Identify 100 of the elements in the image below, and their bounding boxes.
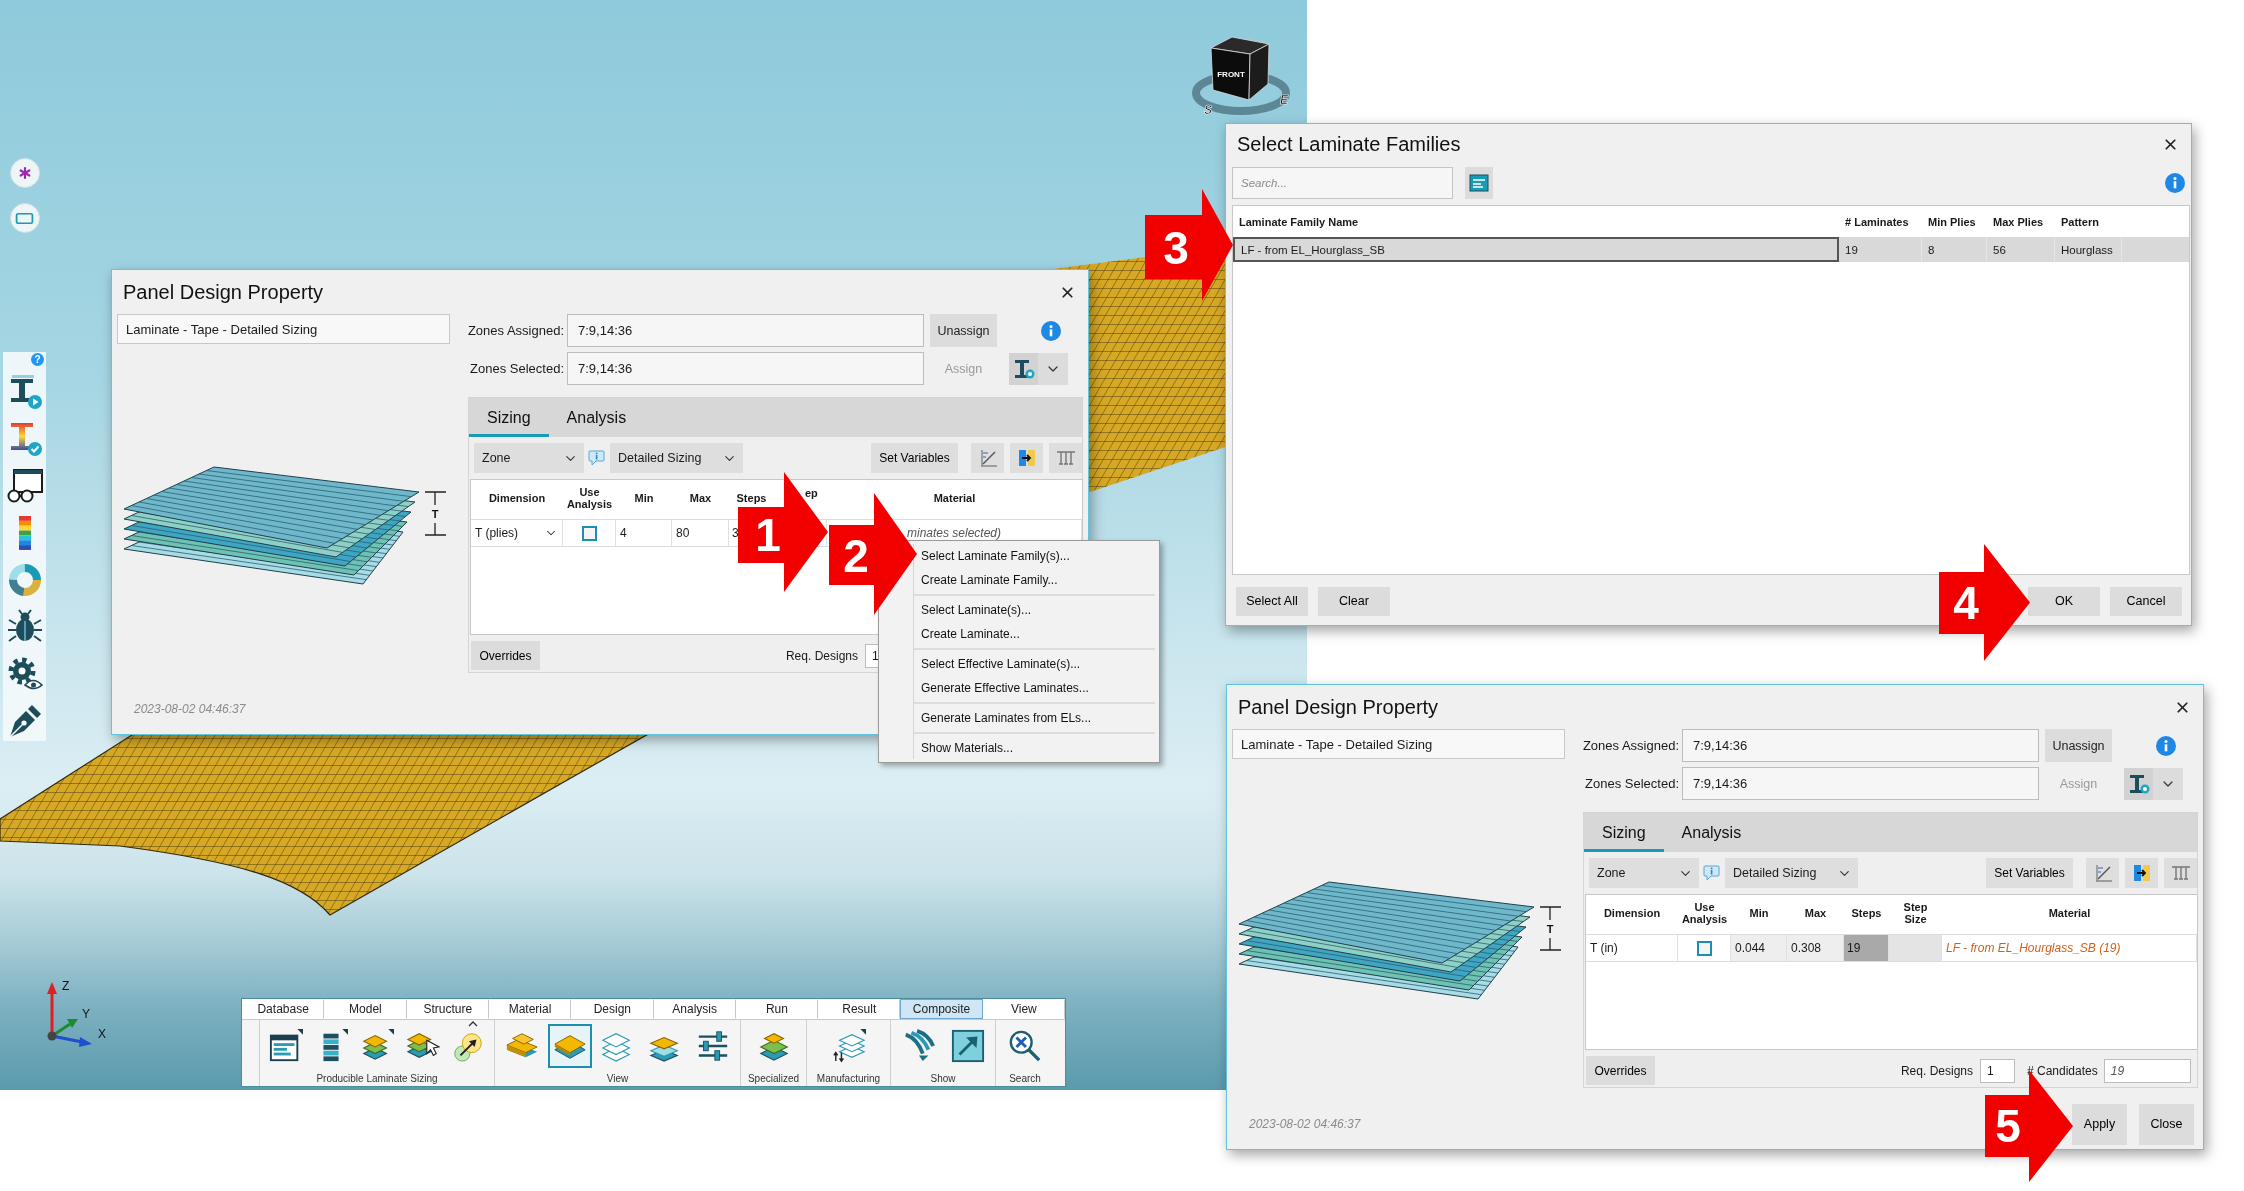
zones-field[interactable]: 7:9,14:36 (567, 314, 924, 347)
menu-item[interactable]: Generate Effective Laminates... (879, 676, 1155, 700)
table-cell: T (in) (1586, 935, 1678, 962)
zones-field[interactable]: 7:9,14:36 (1682, 767, 2039, 800)
table-row[interactable]: LF - from EL_Hourglass_SB 19 8 56 Hourglass (1233, 237, 2189, 262)
menu-item[interactable]: Generate Laminates from ELs... (879, 706, 1155, 730)
footer-button[interactable]: Close (2139, 1103, 2194, 1145)
menu-item[interactable]: Select Laminate(s)... (879, 598, 1155, 622)
cube-face-label: FRONT (1217, 70, 1245, 79)
dialog-title: Panel Design Property (123, 280, 324, 304)
list-view-button[interactable] (1465, 167, 1493, 199)
group-label: View (605, 1072, 630, 1085)
window-glasses-icon[interactable] (6, 468, 43, 504)
menu-item[interactable]: Create Laminate... (879, 622, 1155, 646)
tab[interactable]: Analysis (1663, 813, 1760, 852)
i-beam-button[interactable] (2124, 767, 2153, 800)
dimension-dropdown[interactable]: T (plies) (471, 520, 563, 547)
number-field[interactable]: 1 (1980, 1058, 2015, 1083)
layer-outlines-icon (831, 1029, 866, 1063)
info-icon[interactable] (2156, 735, 2176, 756)
arrow-box-icon (950, 1029, 985, 1063)
group-label: Search (1008, 1072, 1042, 1085)
group-label: Specialized (746, 1072, 801, 1085)
info-icon[interactable] (2165, 173, 2185, 193)
footer-button[interactable]: Apply (2072, 1103, 2127, 1145)
dimension-label: T (431, 508, 439, 520)
column-header: Steps (736, 491, 767, 504)
material-link[interactable]: LF - from EL_Hourglass_SB (19) (1942, 935, 2197, 962)
scope-dropdown[interactable]: Zone (474, 443, 584, 473)
overrides-button[interactable]: Overrides (471, 641, 540, 670)
set-variables-button[interactable]: Set Variables (871, 443, 958, 473)
footer-button[interactable]: Cancel (2110, 586, 2182, 616)
swap-tool-button[interactable] (1010, 443, 1043, 473)
footer-button[interactable]: Clear (1318, 586, 1390, 616)
info-bubble-icon (588, 450, 605, 466)
method-dropdown[interactable]: Detailed Sizing (1725, 858, 1858, 888)
column-header: Material (2048, 906, 2091, 919)
table-cell: 19 (1845, 243, 1858, 256)
zones-field[interactable]: 7:9,14:36 (1682, 729, 2039, 762)
search-field[interactable]: Search... (1232, 167, 1453, 199)
name-field[interactable]: Laminate - Tape - Detailed Sizing (1232, 729, 1565, 759)
caret-up-icon[interactable] (468, 1021, 479, 1027)
unassign-button[interactable]: Unassign (2045, 729, 2112, 762)
number-field[interactable]: 19 (2103, 1058, 2191, 1083)
column-header: Min (1749, 906, 1769, 919)
callout-number: 3 (1162, 223, 1190, 273)
round-tool-button[interactable] (9, 158, 40, 188)
ribbon-tab[interactable]: Composite (900, 999, 983, 1019)
menu-item[interactable]: Select Effective Laminate(s)... (879, 652, 1155, 676)
round-tool-button[interactable] (9, 203, 40, 233)
footer-button[interactable]: OK (2028, 586, 2100, 616)
method-dropdown[interactable]: Detailed Sizing (610, 443, 743, 473)
compass-label: E (1280, 93, 1288, 107)
column-header: Min Plies (1928, 215, 1976, 228)
field-label: Zones Assigned: (467, 323, 564, 338)
table-cell: 0.044 (1731, 935, 1787, 962)
swap-blocks-icon (2131, 863, 2152, 883)
column-header: Step Size (1903, 900, 1928, 925)
columns-icon (1055, 450, 1076, 466)
tab[interactable]: Sizing (1584, 813, 1664, 852)
set-variables-button[interactable]: Set Variables (1986, 858, 2073, 888)
dialog-title: Select Laminate Families (1237, 133, 1461, 156)
tab[interactable]: Sizing (469, 398, 549, 437)
info-icon[interactable] (1041, 320, 1061, 341)
columns-icon (2170, 865, 2191, 881)
table-window-icon (268, 1029, 303, 1063)
swap-tool-button[interactable] (2125, 858, 2158, 888)
field-label: Req. Designs (785, 648, 858, 663)
field-label: Zones Selected: (1584, 776, 1679, 791)
axis-label: X (98, 1027, 106, 1041)
column-header: Dimension (1603, 906, 1661, 919)
view-cube[interactable] (1192, 36, 1290, 115)
tab[interactable]: Analysis (548, 398, 645, 437)
unassign-button[interactable]: Unassign (930, 314, 997, 347)
dialog-title: Panel Design Property (1238, 695, 1439, 719)
axis-triad (47, 982, 92, 1047)
overrides-button[interactable]: Overrides (1586, 1056, 1655, 1085)
checkbox[interactable] (1696, 940, 1712, 956)
timestamp: 2023-08-02 04:46:37 (134, 702, 246, 716)
field-label: # Candidates (2027, 1063, 2098, 1078)
column-header: Max (689, 491, 712, 504)
dimension-bracket (1539, 906, 1562, 951)
bug-icon[interactable] (6, 609, 43, 645)
checkbox[interactable] (581, 525, 597, 541)
donut-chart-icon[interactable] (6, 562, 43, 598)
table-cell: 4 (616, 520, 672, 547)
callout-number: 1 (754, 510, 782, 560)
zones-field[interactable]: 7:9,14:36 (567, 352, 924, 385)
column-header: Laminate Family Name (1239, 215, 1359, 228)
i-beam-button[interactable] (1009, 352, 1038, 385)
timestamp: 2023-08-02 04:46:37 (1249, 1117, 1361, 1131)
footer-button[interactable]: Select All (1236, 586, 1308, 616)
scope-dropdown[interactable]: Zone (1589, 858, 1699, 888)
menu-item[interactable]: Show Materials... (879, 736, 1155, 760)
table-cell: 80 (672, 520, 729, 547)
group-label: Producible Laminate Sizing (315, 1072, 439, 1085)
column-header: Steps (1851, 906, 1882, 919)
info-bubble-icon (1703, 865, 1720, 881)
name-field[interactable]: Laminate - Tape - Detailed Sizing (117, 314, 450, 344)
gear-eye-icon[interactable] (6, 656, 43, 692)
